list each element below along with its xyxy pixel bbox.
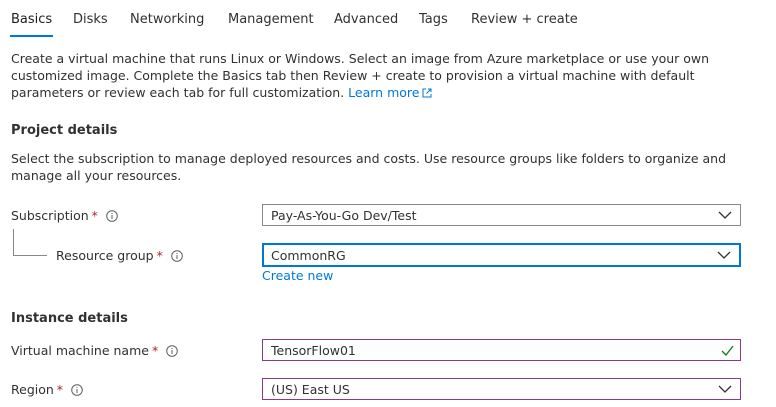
tree-connector (13, 229, 14, 255)
tab-advanced[interactable]: Advanced (334, 12, 398, 27)
subscription-dropdown[interactable]: Pay-As-You-Go Dev/Test (262, 204, 741, 226)
chevron-down-icon (718, 211, 732, 219)
region-dropdown[interactable]: (US) East US (262, 378, 741, 400)
vm-name-input[interactable]: TensorFlow01 (262, 339, 741, 361)
info-icon[interactable] (71, 383, 83, 396)
intro-text: Create a virtual machine that runs Linux… (11, 50, 756, 101)
info-icon[interactable] (166, 344, 179, 357)
tab-review-create[interactable]: Review + create (471, 12, 578, 27)
tree-connector-h (13, 255, 47, 256)
resource-group-dropdown[interactable]: CommonRG (262, 243, 741, 267)
subscription-label: Subscription * (11, 208, 118, 223)
project-details-title: Project details (11, 123, 118, 138)
tab-bar: Basics Disks Networking Management Advan… (0, 0, 776, 40)
checkmark-icon (721, 345, 734, 356)
tab-tags[interactable]: Tags (419, 12, 448, 27)
region-label: Region * (11, 382, 83, 397)
tab-networking[interactable]: Networking (130, 12, 204, 27)
chevron-down-icon (717, 251, 731, 259)
tab-disks[interactable]: Disks (73, 12, 108, 27)
external-link-icon (422, 88, 432, 98)
active-tab-indicator (10, 35, 53, 37)
create-new-link[interactable]: Create new (262, 268, 333, 283)
info-icon[interactable] (171, 249, 183, 262)
info-icon[interactable] (106, 209, 118, 222)
vm-name-label: Virtual machine name * (11, 343, 179, 358)
tab-management[interactable]: Management (228, 12, 314, 27)
instance-details-title: Instance details (11, 311, 128, 326)
project-details-description: Select the subscription to manage deploy… (11, 151, 727, 183)
tab-basics[interactable]: Basics (11, 12, 52, 27)
resource-group-label: Resource group * (56, 248, 183, 263)
chevron-down-icon (718, 385, 732, 393)
learn-more-link[interactable]: Learn more (348, 85, 432, 100)
